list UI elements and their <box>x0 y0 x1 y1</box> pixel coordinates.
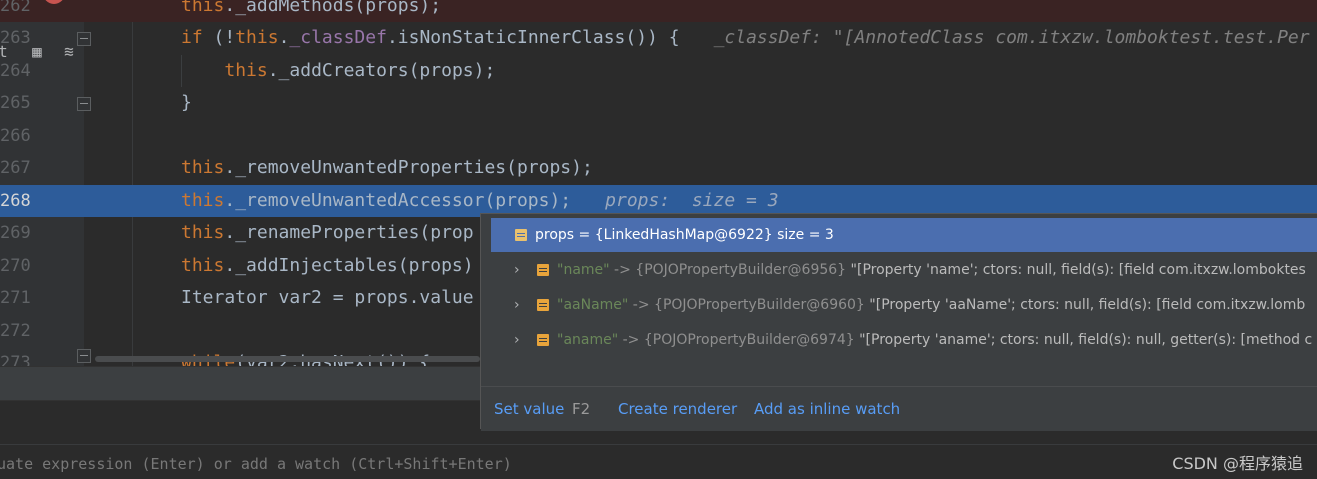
settings-icon[interactable]: ≋ <box>60 44 78 60</box>
variable-key: "aaName" <box>557 297 629 313</box>
toolbar-partial-icon[interactable]: t <box>0 44 12 60</box>
line-number[interactable]: 272 <box>0 315 31 347</box>
fold-toggle-icon[interactable] <box>77 32 91 46</box>
variable-arrow: -> <box>609 262 636 278</box>
create-renderer-link[interactable]: Create renderer <box>618 387 737 431</box>
line-number[interactable]: 270 <box>0 250 31 282</box>
variable-arrow: -> <box>628 297 655 313</box>
code-text: if (!this._classDef.isNonStaticInnerClas… <box>181 27 1310 48</box>
variable-type: {POJOPropertyBuilder@6960} <box>654 297 865 313</box>
code-line[interactable]: 263 if (!this._classDef.isNonStaticInnerC… <box>0 22 1317 54</box>
field-icon <box>537 334 549 346</box>
variable-type: {POJOPropertyBuilder@6956} <box>635 262 847 278</box>
expand-chevron-icon[interactable]: › <box>514 323 520 357</box>
horizontal-scrollbar[interactable] <box>95 356 480 362</box>
inline-debug-hint: _classDef: "[AnnotedClass com.itxzw.lomb… <box>713 27 1310 48</box>
evaluate-placeholder: uate expression (Enter) or add a watch (… <box>0 455 512 473</box>
fold-toggle-icon[interactable] <box>77 97 91 111</box>
code-text: } <box>181 92 192 113</box>
code-line[interactable]: 264 this._addCreators(props); <box>0 55 1317 87</box>
variable-row[interactable]: › "aname" -> {POJOPropertyBuilder@6974} "… <box>481 323 1317 357</box>
code-text: this._addInjectables(props) <box>181 255 474 276</box>
code-text: this._renameProperties(prop <box>181 222 474 243</box>
add-inline-watch-link[interactable]: Add as inline watch <box>754 387 900 431</box>
root-variable-size: size = 3 <box>772 227 834 243</box>
variable-text: "[Property 'name'; ctors: null, field(s)… <box>846 262 1306 278</box>
root-variable-value: {LinkedHashMap@6922} <box>594 227 773 243</box>
line-number[interactable]: 266 <box>0 120 31 152</box>
variable-text: "[Property 'aaName'; ctors: null, field(… <box>864 297 1306 313</box>
code-line[interactable]: 262 this._addMethods(props); <box>0 0 1317 22</box>
variable-key: "name" <box>557 262 610 278</box>
expand-chevron-icon[interactable]: › <box>514 288 520 322</box>
line-number[interactable]: 269 <box>0 217 31 249</box>
fold-toggle-icon[interactable] <box>77 349 91 363</box>
variable-row[interactable]: › "aaName" -> {POJOPropertyBuilder@6960} … <box>481 288 1317 322</box>
table-view-icon[interactable]: ▦ <box>28 44 46 60</box>
line-number[interactable]: 262 <box>0 0 31 22</box>
set-value-shortcut: F2 <box>572 400 591 418</box>
expand-chevron-icon[interactable]: › <box>514 253 520 287</box>
variable-key: "aname" <box>557 332 619 348</box>
line-number[interactable]: 265 <box>0 87 31 119</box>
root-variable-row[interactable]: props = {LinkedHashMap@6922} size = 3 <box>491 218 1317 252</box>
line-number[interactable]: 267 <box>0 152 31 184</box>
variable-type: {POJOPropertyBuilder@6974} <box>643 332 855 348</box>
line-number[interactable]: 273 <box>0 347 31 366</box>
set-value-link[interactable]: Set value <box>494 387 564 431</box>
field-icon <box>537 299 549 311</box>
code-line[interactable]: 265} <box>0 87 1317 119</box>
variable-inspector-popup[interactable]: props = {LinkedHashMap@6922} size = 3 › "… <box>480 213 1317 431</box>
indent-guide <box>181 55 182 87</box>
variable-text: "[Property 'aname'; ctors: null, field(s… <box>854 332 1313 348</box>
code-line[interactable]: 266 <box>0 120 1317 152</box>
code-line[interactable]: 267 this._removeUnwantedProperties(props)… <box>0 152 1317 184</box>
variable-row[interactable]: › "name" -> {POJOPropertyBuilder@6956} "[… <box>481 253 1317 287</box>
code-text: this._removeUnwantedProperties(props); <box>181 157 593 178</box>
popup-footer: Set value F2 Create renderer Add as inli… <box>481 386 1317 431</box>
line-number[interactable]: 271 <box>0 282 31 314</box>
watermark: CSDN @程序猿追 <box>1172 454 1303 473</box>
field-icon <box>515 229 527 241</box>
code-text: this._addCreators(props); <box>224 60 496 81</box>
variable-arrow: -> <box>618 332 644 348</box>
root-variable-name: props <box>535 227 575 243</box>
line-number[interactable]: 268 <box>0 185 31 217</box>
field-icon <box>537 264 549 276</box>
code-text: this._addMethods(props); <box>181 0 442 16</box>
code-text: Iterator var2 = props.value <box>181 287 474 308</box>
inline-debug-hint: props: size = 3 <box>605 190 779 211</box>
breakpoint-icon[interactable] <box>43 0 65 4</box>
